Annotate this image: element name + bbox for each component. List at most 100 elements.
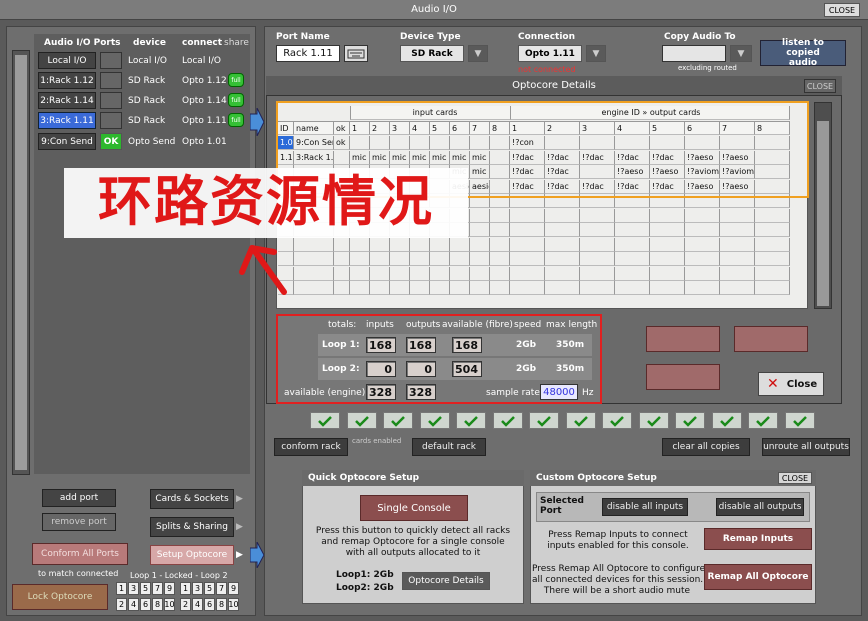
grid-cell[interactable] [685,237,720,252]
grid-cell[interactable] [334,281,350,295]
card-enabled-checkbox[interactable] [383,412,413,429]
grid-cell[interactable] [685,266,720,281]
grid-cell[interactable] [470,208,490,223]
tab-splits-sharing[interactable]: Splits & Sharing [150,517,234,537]
share-full-badge[interactable]: full [228,93,244,107]
listen-copied-button[interactable]: listen to copied audio [760,38,846,68]
port-button[interactable]: Local I/O [38,52,96,69]
grid-cell[interactable] [370,237,390,252]
disable-inputs-button[interactable]: disable all inputs [602,498,688,516]
grid-cell[interactable] [720,252,755,266]
grid-cell[interactable] [685,208,720,223]
grid-cell[interactable] [685,223,720,237]
grid-cell[interactable] [615,237,650,252]
remap-inputs-button[interactable]: Remap Inputs [704,528,812,550]
share-full-badge[interactable]: full [228,113,244,127]
grid-cell[interactable] [545,266,580,281]
conform-rack-button[interactable]: conform rack [274,438,348,456]
grid-cell[interactable] [390,281,410,295]
grid-cell[interactable] [755,208,790,223]
grid-cell[interactable] [720,223,755,237]
port-button[interactable]: 1:Rack 1.12 [38,72,96,89]
grid-cell[interactable] [490,252,510,266]
grid-cell[interactable] [545,281,580,295]
card-enabled-checkbox[interactable] [565,412,596,429]
optocore-close-button[interactable]: CLOSE [804,79,836,93]
card-enabled-checkbox[interactable] [310,412,340,429]
keyboard-icon[interactable] [344,45,368,62]
grid-cell[interactable] [510,237,545,252]
device-type-select[interactable]: SD Rack [400,45,464,62]
connection-select[interactable]: Opto 1.11 [518,45,582,62]
disabled-button[interactable] [646,364,720,390]
grid-cell[interactable] [470,266,490,281]
grid-cell[interactable] [580,208,615,223]
disabled-button[interactable] [734,326,808,352]
grid-cell[interactable] [334,252,350,266]
grid-cell[interactable] [390,252,410,266]
grid-cell[interactable] [720,208,755,223]
scroll-thumb[interactable] [15,55,27,470]
port-button[interactable]: 9:Con Send [38,133,96,150]
card-enabled-checkbox[interactable] [419,412,450,429]
clear-copies-button[interactable]: clear all copies [662,438,750,456]
grid-cell[interactable] [450,266,470,281]
card-enabled-checkbox[interactable] [492,412,523,429]
grid-cell[interactable] [510,266,545,281]
grid-cell[interactable] [615,223,650,237]
grid-cell[interactable] [650,281,685,295]
card-enabled-checkbox[interactable] [748,412,778,429]
grid-cell[interactable] [334,237,350,252]
card-enabled-checkbox[interactable] [456,412,486,429]
grid-cell[interactable] [510,252,545,266]
disable-outputs-button[interactable]: disable all outputs [716,498,804,516]
grid-cell[interactable] [390,237,410,252]
grid-cell[interactable] [755,281,790,295]
port-button[interactable]: 3:Rack 1.11 [38,112,96,129]
grid-cell[interactable] [430,266,450,281]
single-console-button[interactable]: Single Console [360,495,468,521]
card-enabled-checkbox[interactable] [784,412,815,429]
grid-cell[interactable] [370,281,390,295]
grid-cell[interactable] [334,266,350,281]
remove-port-button[interactable]: remove port [42,513,116,531]
share-full-badge[interactable]: full [228,73,244,87]
grid-cell[interactable] [720,237,755,252]
grid-cell[interactable] [720,266,755,281]
grid-cell[interactable] [755,223,790,237]
grid-cell[interactable] [650,266,685,281]
tab-setup-optocore[interactable]: Setup Optocore [150,545,234,565]
remap-all-button[interactable]: Remap All Optocore [704,564,812,590]
grid-cell[interactable] [490,266,510,281]
port-button[interactable]: 2:Rack 1.14 [38,92,96,109]
custom-close-button[interactable]: CLOSE [778,472,812,484]
grid-cell[interactable] [490,223,510,237]
add-port-button[interactable]: add port [42,489,116,507]
grid-cell[interactable] [755,237,790,252]
scroll-thumb[interactable] [817,121,829,306]
grid-cell[interactable] [545,252,580,266]
grid-cell[interactable] [650,208,685,223]
chevron-down-icon[interactable]: ▼ [468,45,488,62]
grid-cell[interactable] [450,237,470,252]
grid-cell[interactable] [410,252,430,266]
grid-cell[interactable] [470,237,490,252]
grid-cell[interactable] [390,266,410,281]
grid-cell[interactable] [685,281,720,295]
grid-cell[interactable] [470,252,490,266]
card-enabled-checkbox[interactable] [346,412,377,429]
grid-cell[interactable] [650,223,685,237]
grid-cell[interactable] [510,223,545,237]
card-enabled-checkbox[interactable] [675,412,705,429]
grid-cell[interactable] [450,281,470,295]
copy-audio-field[interactable] [662,45,726,62]
card-enabled-checkbox[interactable] [638,412,669,429]
grid-cell[interactable] [450,252,470,266]
grid-cell[interactable] [350,237,370,252]
grid-cell[interactable] [615,208,650,223]
conform-all-ports-button[interactable]: Conform All Ports [32,543,128,565]
close-details-button[interactable]: ✕ Close [758,372,824,396]
grid-cell[interactable] [615,266,650,281]
grid-cell[interactable] [510,281,545,295]
grid-cell[interactable] [580,252,615,266]
